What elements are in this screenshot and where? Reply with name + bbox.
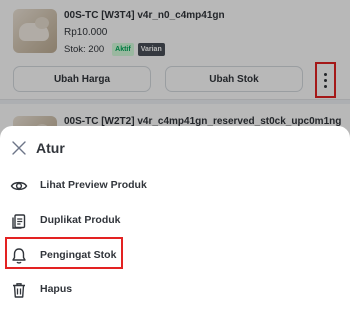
menu-item-duplicate[interactable]: Duplikat Produk [0,204,350,238]
menu-item-label: Lihat Preview Produk [40,179,147,191]
menu-item-preview[interactable]: Lihat Preview Produk [0,169,350,203]
bottom-sheet: Atur Lihat Preview Produk Duplikat Produ… [0,126,350,312]
close-icon[interactable] [11,140,27,156]
trash-icon [13,283,25,298]
eye-icon [10,181,28,191]
menu-item-label: Hapus [40,283,73,295]
menu-item-label: Duplikat Produk [40,214,121,226]
copy-icon [12,214,26,229]
menu-item-stock-reminder[interactable]: Pengingat Stok [0,239,350,273]
sheet-header: Atur [0,126,350,174]
bell-icon [12,248,26,264]
menu-item-delete[interactable]: Hapus [0,273,350,307]
sheet-title: Atur [36,140,65,156]
menu-item-label: Pengingat Stok [40,249,117,261]
